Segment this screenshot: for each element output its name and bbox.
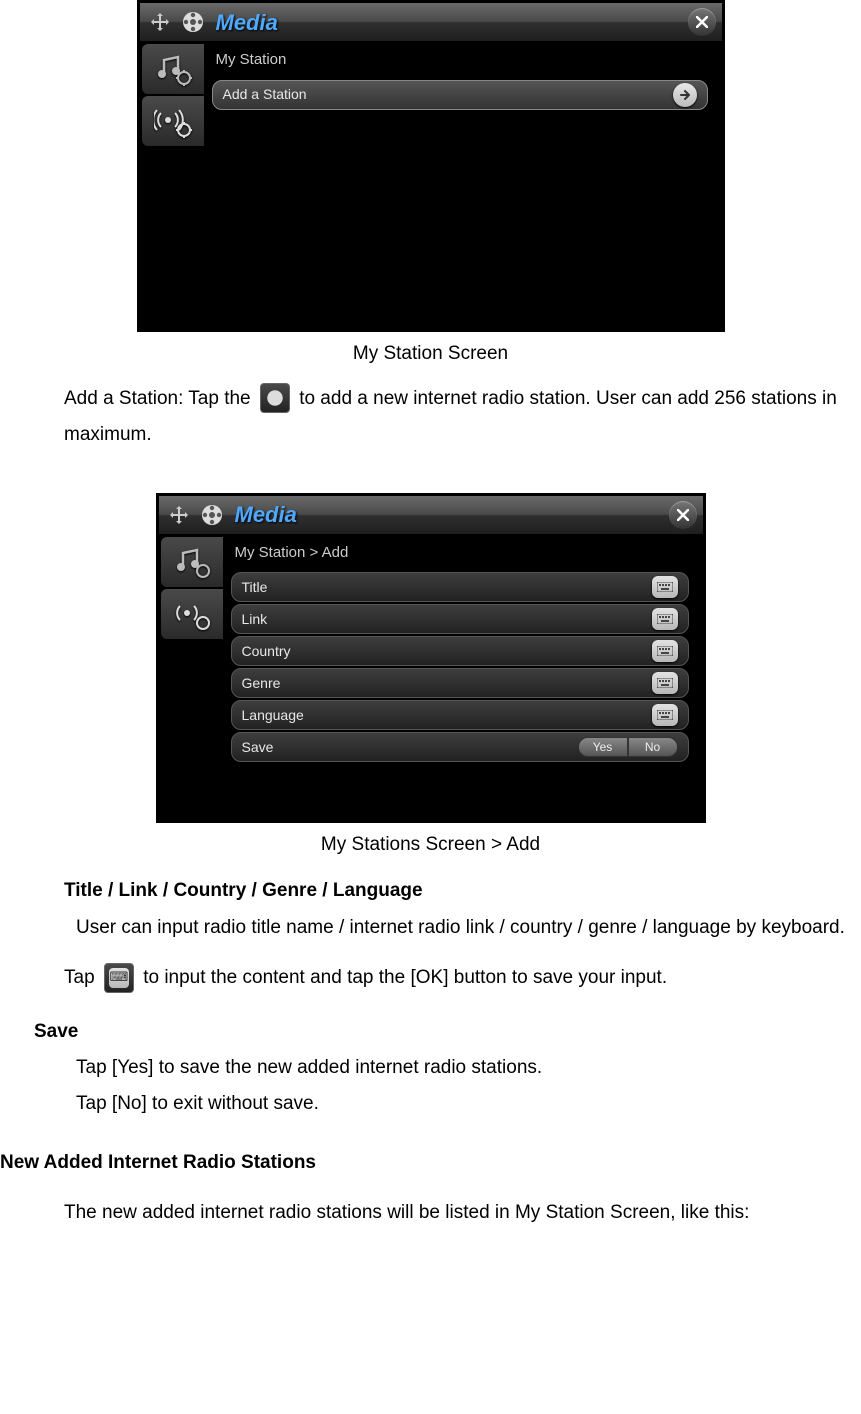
keyboard-button-icon: ⌨ [104, 963, 134, 993]
sidebar-tab-music-settings[interactable] [161, 537, 223, 587]
titlebar: Media [140, 3, 722, 41]
row-title[interactable]: Title [231, 572, 689, 602]
drag-handle-icon [146, 8, 174, 36]
drag-handle-icon [165, 501, 193, 529]
keyboard-icon [652, 576, 678, 598]
heading-save: Save [34, 1018, 861, 1047]
text-save-no: Tap [No] to exit without save. [76, 1086, 847, 1122]
sidebar-tab-music-settings[interactable] [142, 44, 204, 94]
sidebar-tab-radio-settings[interactable] [161, 589, 223, 639]
row-label: Save [242, 737, 578, 758]
paragraph-tap-keyboard: Tap ⌨ to input the content and tap the [… [64, 960, 847, 996]
paragraph-add-station: Add a Station: Tap the → to add a new in… [64, 381, 847, 453]
yes-button[interactable]: Yes [578, 737, 628, 757]
heading-fields: Title / Link / Country / Genre / Languag… [64, 877, 861, 906]
row-label: Language [242, 705, 652, 726]
screen-title: Media [235, 498, 669, 531]
keyboard-icon [652, 672, 678, 694]
media-icon [199, 502, 225, 528]
screenshot-my-station: Media My Station Add a Station [137, 0, 725, 332]
close-button[interactable] [688, 8, 716, 36]
text-fields-desc: User can input radio title name / intern… [76, 910, 855, 946]
heading-new-stations: New Added Internet Radio Stations [0, 1149, 861, 1178]
screenshot-add-station: Media My Station > Add Title Link [156, 493, 706, 823]
content-area: My Station > Add Title Link Country Genr… [227, 534, 703, 820]
media-icon [180, 9, 206, 35]
titlebar: Media [159, 496, 703, 534]
row-label: Country [242, 641, 652, 662]
screen-title: Media [216, 6, 688, 39]
arrow-button-icon: → [260, 383, 290, 413]
breadcrumb: My Station > Add [227, 538, 693, 571]
keyboard-icon [652, 640, 678, 662]
text-new-stations: The new added internet radio stations wi… [64, 1195, 847, 1231]
row-language[interactable]: Language [231, 700, 689, 730]
row-label: Genre [242, 673, 652, 694]
row-country[interactable]: Country [231, 636, 689, 666]
keyboard-icon [652, 608, 678, 630]
content-area: My Station Add a Station [208, 41, 722, 329]
sidebar [140, 41, 208, 329]
row-label: Add a Station [223, 84, 673, 105]
caption-1: My Station Screen [0, 340, 861, 369]
text: Add a Station: Tap the [64, 388, 256, 409]
text: to input the content and tap the [OK] bu… [143, 967, 667, 988]
text: Tap [64, 967, 100, 988]
row-label: Link [242, 609, 652, 630]
close-button[interactable] [669, 501, 697, 529]
text: User can input radio title name / intern… [76, 917, 845, 938]
row-add-station[interactable]: Add a Station [212, 80, 708, 110]
text-save-yes: Tap [Yes] to save the new added internet… [76, 1050, 847, 1086]
row-genre[interactable]: Genre [231, 668, 689, 698]
row-link[interactable]: Link [231, 604, 689, 634]
row-save: Save Yes No [231, 732, 689, 762]
caption-2: My Stations Screen > Add [0, 831, 861, 860]
sidebar [159, 534, 227, 820]
row-label: Title [242, 577, 652, 598]
arrow-right-icon [673, 83, 697, 107]
breadcrumb: My Station [208, 45, 712, 78]
keyboard-icon [652, 704, 678, 726]
no-button[interactable]: No [628, 737, 678, 757]
sidebar-tab-radio-settings[interactable] [142, 96, 204, 146]
